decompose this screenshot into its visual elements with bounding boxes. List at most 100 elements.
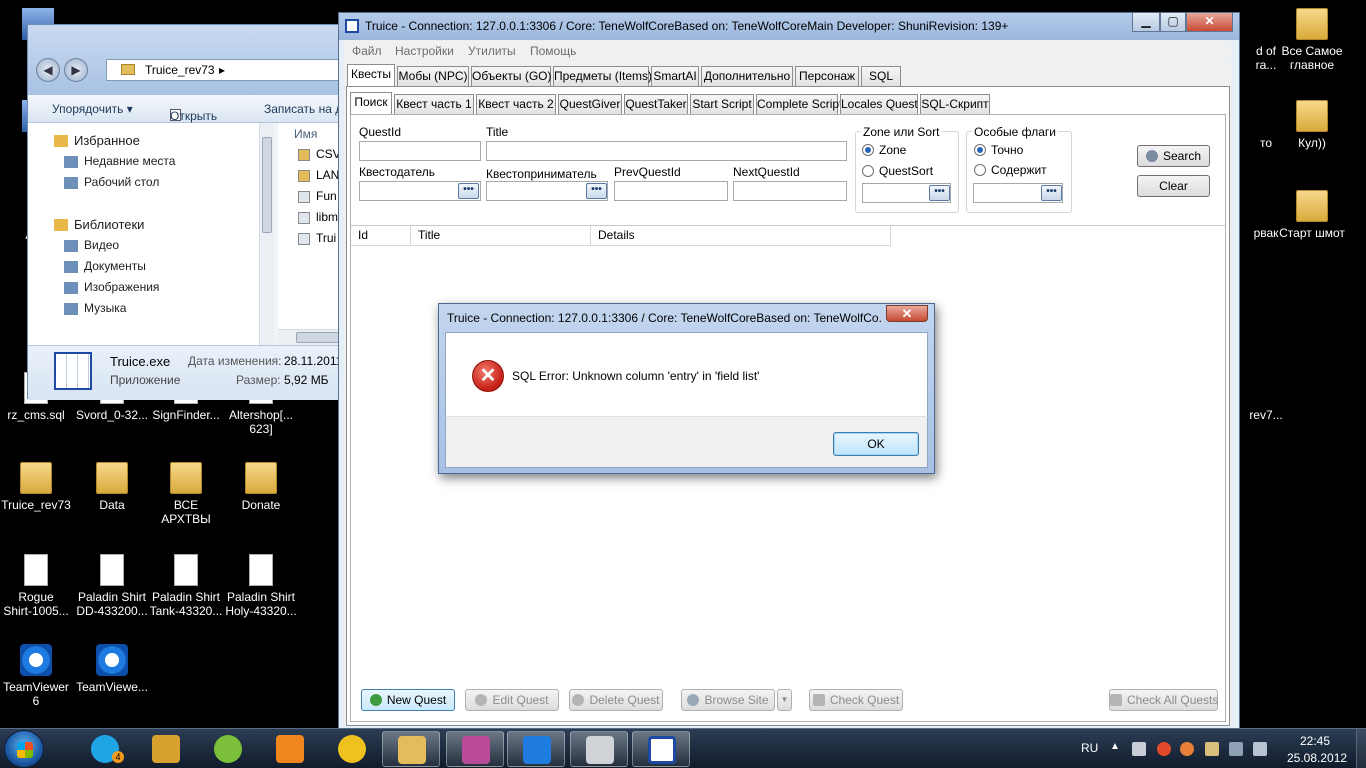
browse-site-button[interactable]: Browse Site (681, 689, 775, 711)
questsort-radio[interactable] (862, 165, 874, 177)
language-indicator[interactable]: RU (1081, 741, 1098, 755)
desktop-icon[interactable]: TeamViewer 6 (0, 644, 74, 708)
tab-additional[interactable]: Дополнительно (701, 66, 793, 86)
nav-item[interactable]: Недавние места (84, 154, 175, 168)
nav-item[interactable]: Библиотеки (74, 217, 144, 232)
tools-icon[interactable] (1205, 742, 1219, 756)
prevquestid-input[interactable] (614, 181, 728, 201)
browse-site-dropdown[interactable]: ▼ (777, 689, 792, 711)
desktop-icon[interactable]: TeamViewe... (74, 644, 150, 694)
minimize-button[interactable]: ▁ (1132, 13, 1160, 32)
file-list-item[interactable]: LAN (316, 168, 339, 182)
nav-item[interactable]: Рабочий стол (84, 175, 159, 189)
desktop-icon[interactable]: Paladin Shirt Holy-43320... (223, 554, 299, 618)
menu-help[interactable]: Помощь (530, 44, 576, 58)
title-input[interactable] (486, 141, 847, 161)
horizontal-scrollbar[interactable] (278, 329, 346, 345)
tab-items[interactable]: Предметы (Items) (553, 66, 652, 86)
taskbar-app-truice[interactable] (632, 731, 690, 767)
desktop-icon[interactable]: Data (74, 462, 150, 512)
file-list-item[interactable]: Fun (316, 189, 337, 203)
taskbar-app-skype[interactable]: 4 (76, 731, 134, 767)
navigation-scrollbar[interactable] (259, 123, 274, 345)
search-button[interactable]: Search (1137, 145, 1210, 167)
tab-quest-part1[interactable]: Квест часть 1 (394, 94, 474, 114)
forward-arrow-icon[interactable]: ▶ (64, 58, 88, 82)
taskbar-app-browser[interactable] (199, 731, 257, 767)
show-desktop-button[interactable] (1356, 729, 1366, 768)
close-button[interactable]: ✕ (1186, 13, 1233, 32)
tab-search[interactable]: Поиск (350, 92, 392, 114)
taskbar-app-picasa[interactable] (446, 731, 504, 767)
taskbar-app-odnoklassniki[interactable] (261, 731, 319, 767)
tab-quest-part2[interactable]: Квест часть 2 (476, 94, 556, 114)
start-button[interactable] (4, 730, 44, 768)
nav-item[interactable]: Музыка (84, 301, 126, 315)
truice-title-bar[interactable]: Truice - Connection: 127.0.0.1:3306 / Co… (339, 13, 1239, 40)
column-header-name[interactable]: Имя (294, 127, 317, 141)
taskbar-app-globe[interactable] (323, 731, 381, 767)
nav-item[interactable]: Избранное (74, 133, 140, 148)
new-quest-button[interactable]: New Quest (361, 689, 455, 711)
nav-item[interactable]: Изображения (84, 280, 159, 294)
taskbar-app-game[interactable] (570, 731, 628, 767)
sql-error-dialog[interactable]: Truice - Connection: 127.0.0.1:3306 / Co… (438, 303, 935, 474)
delete-quest-button[interactable]: Delete Quest (569, 689, 663, 711)
desktop-icon[interactable]: Все Самое главное (1274, 8, 1350, 72)
questtaker-lookup-button[interactable]: ••• (586, 183, 607, 199)
column-header-id[interactable]: Id (351, 226, 411, 246)
tab-sql[interactable]: SQL (861, 66, 901, 86)
taskbar-app-wow[interactable] (137, 731, 195, 767)
nav-item[interactable]: Видео (84, 238, 119, 252)
check-quest-button[interactable]: Check Quest (809, 689, 903, 711)
clock-date[interactable]: 25.08.2012 (1287, 751, 1347, 765)
flags-lookup-button[interactable]: ••• (1041, 185, 1062, 201)
file-list-item[interactable]: libm (316, 210, 338, 224)
tab-questgiver[interactable]: QuestGiver (558, 94, 622, 114)
column-header-details[interactable]: Details (591, 226, 891, 246)
clear-button[interactable]: Clear (1137, 175, 1210, 197)
desktop-icon[interactable]: Paladin Shirt DD-433200... (74, 554, 150, 618)
tab-complete-script[interactable]: Complete Script (756, 94, 842, 114)
explorer-window[interactable]: ◀ ▶ Truice_rev73 ▸ Упорядочить ▾ Открыть… (27, 24, 347, 400)
tab-sql-script[interactable]: SQL-Скрипт (920, 94, 990, 114)
warning-icon[interactable] (1157, 742, 1171, 756)
ok-button[interactable]: OK (833, 432, 919, 456)
questid-input[interactable] (359, 141, 481, 161)
monitor-icon[interactable] (1229, 742, 1243, 756)
dialog-close-button[interactable]: ✕ (886, 305, 928, 322)
column-header-title[interactable]: Title (411, 226, 591, 246)
taskbar-app-teamviewer[interactable] (507, 731, 565, 767)
questgiver-lookup-button[interactable]: ••• (458, 183, 479, 199)
desktop-icon[interactable]: Rogue Shirt-1005... (0, 554, 74, 618)
desktop-icon[interactable]: Paladin Shirt Tank-43320... (148, 554, 224, 618)
file-list-item[interactable]: Trui (316, 231, 336, 245)
zone-lookup-button[interactable]: ••• (929, 185, 950, 201)
nav-item[interactable]: Документы (84, 259, 146, 273)
tab-start-script[interactable]: Start Script (690, 94, 754, 114)
tab-smartai[interactable]: SmartAI (651, 66, 699, 86)
exact-radio[interactable] (974, 144, 986, 156)
tab-locales-quest[interactable]: Locales Quest (840, 94, 918, 114)
file-list-item[interactable]: CSV (316, 147, 341, 161)
burn-button[interactable]: Записать на д (264, 102, 342, 116)
tab-questtaker[interactable]: QuestTaker (624, 94, 688, 114)
address-bar[interactable]: Truice_rev73 ▸ (106, 59, 346, 81)
contains-radio[interactable] (974, 164, 986, 176)
network-icon[interactable] (1132, 742, 1146, 756)
tab-gameobjects[interactable]: Объекты (GO) (471, 66, 551, 86)
clock-time[interactable]: 22:45 (1300, 734, 1330, 748)
desktop-icon[interactable]: Truice_rev73 (0, 462, 74, 512)
tray-expand-icon[interactable]: ▲ (1110, 741, 1120, 752)
nextquestid-input[interactable] (733, 181, 847, 201)
check-all-quests-button[interactable]: Check All Quests (1109, 689, 1218, 711)
menu-settings[interactable]: Настройки (395, 44, 454, 58)
maximize-button[interactable]: ▢ (1160, 13, 1186, 32)
edit-quest-button[interactable]: Edit Quest (465, 689, 559, 711)
desktop-icon[interactable]: Кул)) (1274, 100, 1350, 150)
organize-button[interactable]: Упорядочить ▾ (52, 102, 133, 116)
desktop-icon[interactable]: Старт шмот (1274, 190, 1350, 240)
volume-icon[interactable] (1253, 742, 1267, 756)
tab-character[interactable]: Персонаж (795, 66, 859, 86)
scrollbar-thumb[interactable] (262, 137, 272, 233)
